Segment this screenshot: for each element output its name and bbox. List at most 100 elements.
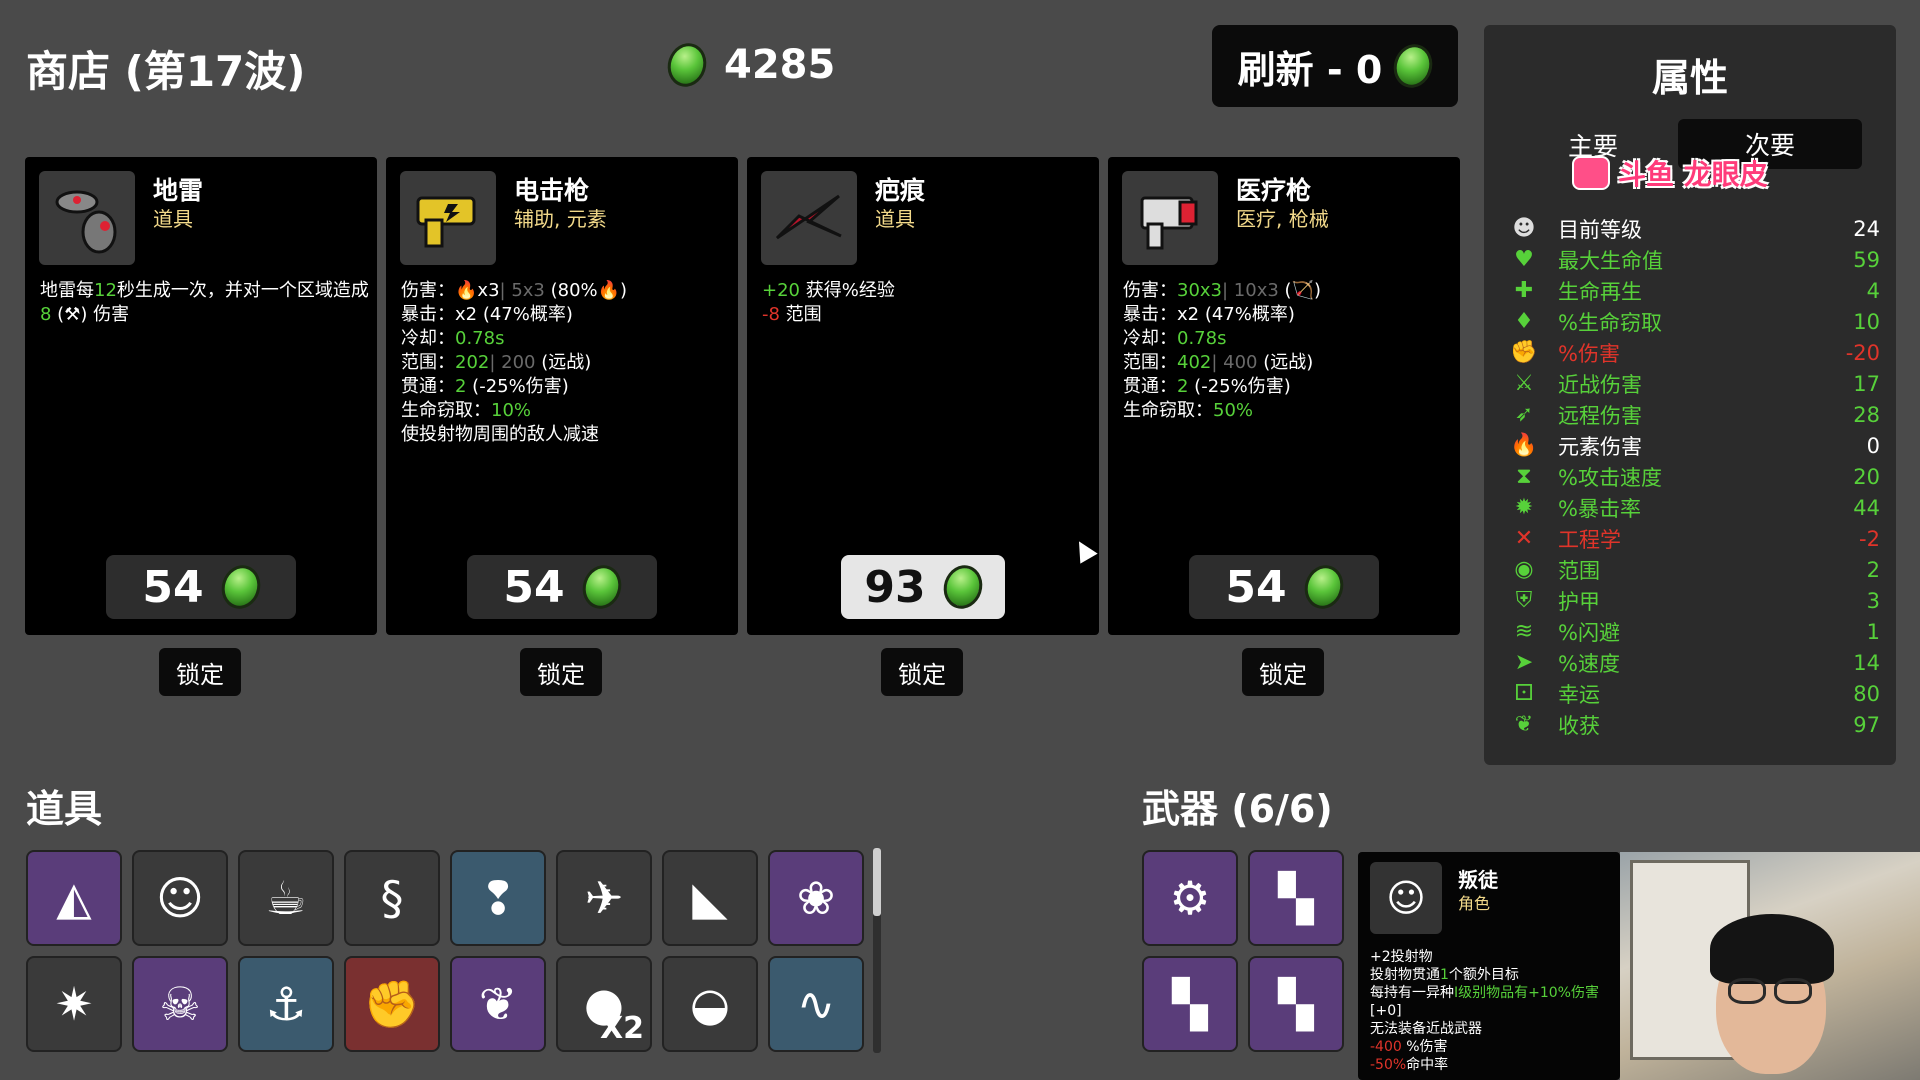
stat-row[interactable]: ⧗ %攻击速度 20 xyxy=(1510,461,1880,492)
material-gem-icon xyxy=(937,560,988,614)
range-icon: ◉ xyxy=(1514,557,1534,582)
dodge-icon: ≋ xyxy=(1514,619,1534,644)
item-slot[interactable]: § xyxy=(344,850,440,946)
bat-icon: ◣ xyxy=(692,871,728,925)
stat-row[interactable]: ✊ %伤害 -20 xyxy=(1510,337,1880,368)
tentacle-arm-icon: ∿ xyxy=(796,977,836,1031)
stat-line: 冷却：0.78s xyxy=(1123,328,1227,349)
medical-gun-icon: ▚ xyxy=(1278,871,1314,925)
monkey-icon: ☠ xyxy=(159,977,201,1031)
buy-price-button[interactable]: 54 xyxy=(467,555,657,619)
stat-line: 暴击：x2 (47%概率) xyxy=(1123,304,1295,325)
item-slot[interactable]: ◭ xyxy=(26,850,122,946)
buy-price-button[interactable]: 93 xyxy=(841,555,1005,619)
stat-row[interactable]: ⚀ 幸运 80 xyxy=(1510,678,1880,709)
shop-card-scar[interactable]: 疤痕 道具 +20 获得%经验 -8 范围 93 xyxy=(747,157,1099,635)
taser-icon xyxy=(400,171,496,265)
item-slot[interactable]: ❀ xyxy=(768,850,864,946)
item-slot[interactable]: ◣ xyxy=(662,850,758,946)
stat-name: %伤害 xyxy=(1558,341,1620,366)
stat-name: %生命窃取 xyxy=(1558,310,1662,335)
stat-value: 97 xyxy=(1853,712,1880,737)
lock-button[interactable]: 锁定 xyxy=(881,648,963,696)
lock-button[interactable]: 锁定 xyxy=(520,648,602,696)
stat-value: 10 xyxy=(1853,309,1880,334)
lock-button[interactable]: 锁定 xyxy=(159,648,241,696)
stat-line: 冷却：0.78s xyxy=(401,328,505,349)
refresh-button[interactable]: 刷新 - 0 xyxy=(1212,25,1458,107)
weapon-slot[interactable]: ⚙ xyxy=(1142,850,1238,946)
weapon-slot[interactable]: ▚ xyxy=(1248,850,1344,946)
material-gem-icon xyxy=(576,560,627,614)
stats-panel: 属性 主要 次要 斗鱼 龙眼皮 ☻ 目前等级 24 ♥ 最大生命值 59 ✚ 生命再生 4 ♦ %生… xyxy=(1484,25,1896,765)
stat-value: 14 xyxy=(1853,650,1880,675)
stat-row[interactable]: 🔥 元素伤害 0 xyxy=(1510,430,1880,461)
stat-row[interactable]: ✚ 生命再生 4 xyxy=(1510,275,1880,306)
item-slot[interactable]: ◒ xyxy=(662,956,758,1052)
effect-line: +20 获得%经验 xyxy=(762,280,895,301)
stat-row[interactable]: ⛨ 护甲 3 xyxy=(1510,585,1880,616)
stat-line: 贯通：2 (-25%伤害) xyxy=(1123,376,1291,397)
stat-row[interactable]: ➤ %速度 14 xyxy=(1510,647,1880,678)
stat-line: 贯通：2 (-25%伤害) xyxy=(401,376,569,397)
item-name: 疤痕 xyxy=(875,176,926,205)
item-slot[interactable]: ✷ xyxy=(26,956,122,1052)
webcam-glasses xyxy=(1728,978,1766,1004)
stat-row[interactable]: ☻ 目前等级 24 xyxy=(1510,213,1880,244)
item-slot[interactable]: ∿ xyxy=(768,956,864,1052)
shop-card-landmine[interactable]: 地雷 道具 地雷每12秒生成一次，并对一个区域造成8 (⚒) 伤害 54 xyxy=(25,157,377,635)
tooltip-type: 角色 xyxy=(1458,894,1491,913)
stat-row[interactable]: ⚔ 近战伤害 17 xyxy=(1510,368,1880,399)
coffee-cup-icon: ☕ xyxy=(265,871,307,925)
heart-icon: ♥ xyxy=(1514,247,1534,272)
item-name: 医疗枪 xyxy=(1236,176,1312,205)
stat-row[interactable]: ≋ %闪避 1 xyxy=(1510,616,1880,647)
stat-value: 59 xyxy=(1853,247,1880,272)
speed-icon: ➤ xyxy=(1514,650,1534,675)
shop-card-taser[interactable]: 电击枪 辅助, 元素 伤害：🔥x3| 5x3 (80%🔥) 暴击：x2 (47%… xyxy=(386,157,738,635)
buy-price-button[interactable]: 54 xyxy=(106,555,296,619)
buy-price-button[interactable]: 54 xyxy=(1189,555,1379,619)
item-type: 辅助, 元素 xyxy=(514,207,607,231)
item-slot[interactable]: ⚓ xyxy=(238,956,334,1052)
stat-name: 目前等级 xyxy=(1558,217,1642,242)
shop-card-medical-gun[interactable]: 医疗枪 医疗, 枪械 伤害：30x3| 10x3 (🏹) 暴击：x2 (47%概… xyxy=(1108,157,1460,635)
items-scrollbar[interactable] xyxy=(873,848,881,916)
stat-name: 工程学 xyxy=(1558,527,1621,552)
stat-name: 收获 xyxy=(1558,713,1600,738)
item-type: 道具 xyxy=(875,207,915,231)
item-type: 医疗, 枪械 xyxy=(1236,207,1329,231)
webcam-hair xyxy=(1710,914,1834,984)
stat-row[interactable]: ❦ 收获 97 xyxy=(1510,709,1880,740)
weapon-slot[interactable]: ▚ xyxy=(1248,956,1344,1052)
stat-row[interactable]: ➶ 远程伤害 28 xyxy=(1510,399,1880,430)
stat-row[interactable]: ◉ 范围 2 xyxy=(1510,554,1880,585)
shop-title: 商店 (第17波) xyxy=(26,47,306,96)
muscle-icon: ✊ xyxy=(363,976,421,1031)
weapon-slot[interactable]: ▚ xyxy=(1142,956,1238,1052)
stat-value: 28 xyxy=(1853,402,1880,427)
stat-name: %闪避 xyxy=(1558,620,1620,645)
elemental-icon: 🔥 xyxy=(1510,433,1538,458)
stat-value: 20 xyxy=(1853,464,1880,489)
stat-name: 元素伤害 xyxy=(1558,434,1642,459)
item-slot[interactable]: ☠ xyxy=(132,956,228,1052)
item-stats: 伤害：🔥x3| 5x3 (80%🔥) 暴击：x2 (47%概率) 冷却：0.78… xyxy=(401,279,731,447)
item-slot[interactable]: ☺ xyxy=(132,850,228,946)
stat-name: 最大生命值 xyxy=(1558,248,1663,273)
item-slot[interactable]: ❦ xyxy=(450,956,546,1052)
stat-row[interactable]: ✕ 工程学 -2 xyxy=(1510,523,1880,554)
refresh-label: 刷新 - 0 xyxy=(1237,47,1383,92)
stat-name: 生命再生 xyxy=(1558,279,1642,304)
item-slot[interactable]: ✊ xyxy=(344,956,440,1052)
item-slot[interactable]: ☕ xyxy=(238,850,334,946)
stat-row[interactable]: ♦ %生命窃取 10 xyxy=(1510,306,1880,337)
stat-row[interactable]: ♥ 最大生命值 59 xyxy=(1510,244,1880,275)
item-slot[interactable]: ● X2 xyxy=(556,956,652,1052)
item-slot[interactable]: ✈ xyxy=(556,850,652,946)
item-slot[interactable]: ❢ xyxy=(450,850,546,946)
stat-row[interactable]: ✹ %暴击率 44 xyxy=(1510,492,1880,523)
stat-line: 生命窃取：10% xyxy=(401,400,532,421)
lock-button[interactable]: 锁定 xyxy=(1242,648,1324,696)
stat-name: 范围 xyxy=(1558,558,1600,583)
